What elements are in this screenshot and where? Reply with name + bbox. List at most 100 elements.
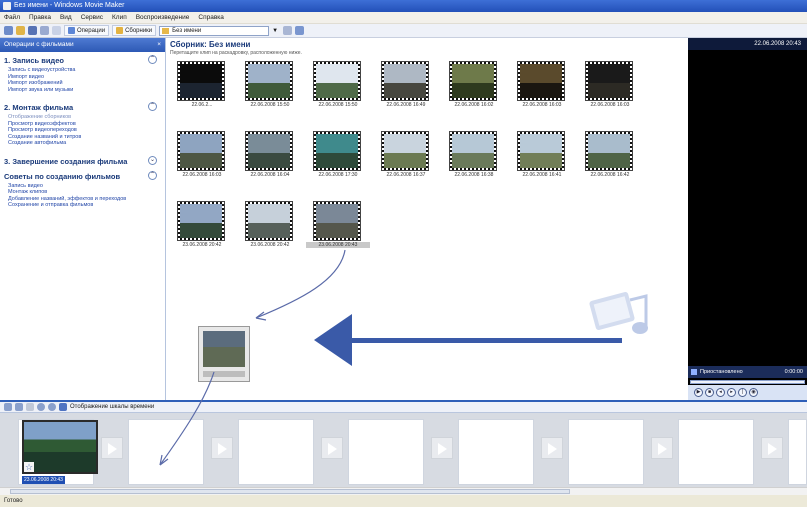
transition-slot[interactable] [211,437,233,459]
play-icon[interactable]: ▶ [694,388,703,397]
menu-clip[interactable]: Клип [112,14,127,21]
show-timeline-button[interactable]: Отображение шкалы времени [70,404,154,410]
clip-caption: 22.06.2008 16:49 [386,102,426,108]
clip-caption: 22.06.2008 16:41 [522,172,562,178]
clip-thumbnail[interactable]: 22.06.2008 16:03 [584,61,636,108]
menu-icon[interactable] [4,403,12,411]
redo-icon[interactable] [52,26,61,35]
clip-frame [449,61,497,101]
clip-thumbnail[interactable]: 22.06.2008 15:50 [312,61,364,108]
expand-icon[interactable]: ⌄ [148,155,157,165]
section-edit-movie[interactable]: 2. Монтаж фильма ⌃ [0,99,165,114]
zoom-icon[interactable] [48,403,56,411]
storyboard-cell[interactable] [128,419,204,485]
snapshot-icon[interactable]: ◉ [749,388,758,397]
tasks-icon [68,27,75,34]
menu-edit[interactable]: Правка [29,14,51,21]
transition-arrow-icon [548,443,557,455]
transition-slot[interactable] [761,437,783,459]
clip-thumbnail[interactable]: 22.06.2008 17:30 [312,131,364,178]
preview-monitor: 22.06.2008 20:43 Приостановлено 0:00:00 … [688,38,807,400]
audio-levels-icon[interactable] [26,403,34,411]
clip-caption-placeholder [203,371,245,377]
transition-slot[interactable] [541,437,563,459]
collapse-icon[interactable]: ⌃ [148,102,157,111]
clip-caption: 22.06.2008 16:42 [590,172,630,178]
storyboard-cell[interactable] [238,419,314,485]
collapse-icon[interactable]: ⌃ [148,55,157,64]
clip-frame [177,61,225,101]
clip-thumbnail[interactable]: 22.06.2008 16:02 [448,61,500,108]
transition-slot[interactable] [651,437,673,459]
collections-button[interactable]: Сборники [112,25,157,36]
collapse-icon[interactable]: ⌃ [148,170,157,180]
title-bar: Без имени - Windows Movie Maker [0,0,807,12]
menu-file[interactable]: Файл [4,14,20,21]
clip-thumbnail[interactable]: 22.06.2008 16:37 [380,131,432,178]
clip-thumbnail[interactable]: 22.06.2008 16:38 [448,131,500,178]
clip-frame [449,131,497,171]
seek-bar[interactable] [690,380,805,384]
up-level-icon[interactable] [283,26,293,35]
transition-arrow-icon [438,443,447,455]
chevron-down-icon[interactable]: ▼ [272,26,280,36]
previous-frame-icon[interactable]: ◂ [716,388,725,397]
preview-time: 0:00:00 [784,369,803,375]
clip-thumbnail[interactable]: 23.06.2008 20:42 [176,201,228,248]
new-project-icon[interactable] [4,26,13,35]
preview-datetime: 22.06.2008 20:43 [688,38,807,50]
clip-caption: 23.06.2008 20:42 [250,242,290,248]
collection-select[interactable]: Без имени [159,25,270,36]
storyboard-scrollbar[interactable] [0,487,807,495]
section-movie-tips[interactable]: Советы по созданию фильмов ⌃ [0,168,165,183]
clip-frame [245,61,293,101]
storyboard-cell[interactable] [348,419,424,485]
storyboard-cell[interactable] [678,419,754,485]
menu-playback[interactable]: Воспроизведение [136,14,190,21]
timeline-icon[interactable] [59,403,67,411]
menu-view[interactable]: Вид [60,14,72,21]
clip-thumbnail[interactable]: 22.06.2008 16:42 [584,131,636,178]
storyboard-cell[interactable] [788,419,807,485]
tasks-button[interactable]: Операции [64,25,110,36]
narration-icon[interactable] [15,403,23,411]
window-title: Без имени - Windows Movie Maker [14,2,125,9]
open-project-icon[interactable] [16,26,25,35]
next-frame-icon[interactable]: ▸ [727,388,736,397]
clip-thumbnail[interactable]: 22.06.2008 16:41 [516,131,568,178]
clip-thumbnail[interactable]: 22.06.2... [176,61,228,108]
stop-icon[interactable]: ■ [705,388,714,397]
clip-thumbnail[interactable]: 22.06.2008 15:50 [244,61,296,108]
clip-thumbnail[interactable]: 22.06.2008 16:49 [380,61,432,108]
play-storyboard-icon[interactable] [37,403,45,411]
menu-help[interactable]: Справка [198,14,224,21]
film-music-icon [589,292,648,334]
split-icon[interactable]: | [738,388,747,397]
clip-thumbnail[interactable]: 23.06.2008 20:42 [244,201,296,248]
effect-star-icon[interactable]: ☆ [24,462,34,472]
clip-thumbnail[interactable]: 22.06.2008 16:04 [244,131,296,178]
transition-arrow-icon [658,443,667,455]
section-capture-video[interactable]: 1. Запись видео ⌃ [0,52,165,67]
close-icon[interactable]: × [157,38,161,52]
transition-slot[interactable] [321,437,343,459]
storyboard-cell[interactable] [568,419,644,485]
clip-thumbnail[interactable]: 23.06.2008 20:43 [306,201,370,248]
transition-slot[interactable] [431,437,453,459]
collection-title: Сборник: Без имени [170,40,251,49]
status-text: Готово [4,498,23,504]
storyboard-cell[interactable] [458,419,534,485]
task-link[interactable]: Сохранение и отправка фильмов [0,202,165,209]
section-title: Советы по созданию фильмов [4,171,121,181]
views-icon[interactable] [295,26,305,35]
transition-slot[interactable] [101,437,123,459]
save-project-icon[interactable] [28,26,37,35]
scrollbar-thumb[interactable] [10,489,570,494]
clip-thumbnail[interactable]: 22.06.2008 16:03 [516,61,568,108]
undo-icon[interactable] [40,26,49,35]
section-finish-movie[interactable]: 3. Завершение создания фильма ⌄ [0,153,165,168]
clip-caption: 22.06.2008 16:03 [590,102,630,108]
clip-frame [203,331,245,367]
menu-tools[interactable]: Сервис [81,14,103,21]
clip-thumbnail[interactable]: 22.06.2008 16:03 [176,131,228,178]
